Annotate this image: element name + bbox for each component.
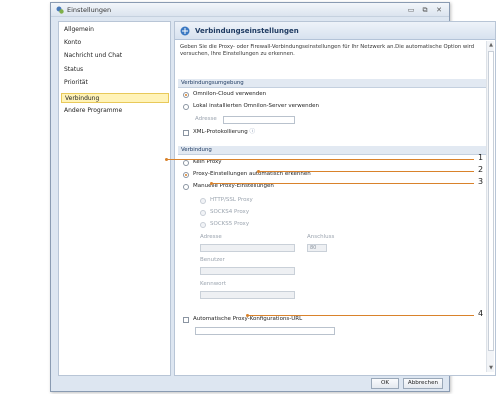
xml-logging-label: XML-Protokollierung ⓘ (193, 129, 256, 135)
sidebar-item-konto[interactable]: Konto (61, 38, 169, 48)
proxy-port-label: Anschluss (307, 234, 335, 240)
radio-no-proxy-label: Kein Proxy (193, 159, 222, 165)
scroll-down-icon[interactable]: ▼ (487, 364, 495, 372)
proxy-password-input[interactable] (200, 291, 295, 299)
proxy-password-label: Kennwort (200, 281, 226, 287)
proxy-address-input[interactable] (200, 244, 295, 252)
callout-number: 2 (478, 165, 484, 174)
cancel-button[interactable]: Abbrechen (403, 378, 443, 389)
sidebar-item-nachricht[interactable]: Nachricht und Chat (61, 51, 169, 61)
scroll-thumb[interactable] (488, 51, 494, 351)
callout-line (248, 315, 474, 316)
proxy-user-label: Benutzer (200, 257, 225, 263)
callout-number: 1 (478, 153, 484, 162)
section-verbindung: Verbindung (178, 146, 486, 155)
title-bar[interactable]: Einstellungen ▭ ⧉ ✕ (51, 3, 449, 17)
xml-logging-checkbox[interactable] (183, 130, 189, 136)
proxy-address-label: Adresse (200, 234, 222, 240)
radio-manual-proxy-label: Manuelle Proxy-Einstellungen (193, 183, 274, 189)
proxy-user-input[interactable] (200, 267, 295, 275)
info-icon[interactable]: ⓘ (250, 129, 256, 135)
sidebar-item-status[interactable]: Status (61, 65, 169, 75)
radio-auto-detect-label: Proxy-Einstellungen automatisch erkennen (193, 171, 311, 177)
sidebar-item-verbindung[interactable]: Verbindung (61, 93, 169, 103)
window-title: Einstellungen (67, 6, 112, 14)
callout-line (212, 183, 474, 184)
connection-icon (180, 26, 190, 36)
env-address-input[interactable] (223, 116, 295, 124)
section-verbindungsumgebung: Verbindungsumgebung (178, 79, 486, 88)
radio-socks5-proxy-label: SOCKS5 Proxy (210, 221, 250, 227)
content-panel: Verbindungseinstellungen Geben Sie die P… (174, 21, 496, 376)
ok-button[interactable]: OK (371, 378, 399, 389)
radio-http-proxy-label: HTTP/SSL Proxy (210, 197, 253, 203)
radio-local-server-label: Lokal installierten Omnilon-Server verwe… (193, 103, 319, 109)
proxy-port-input[interactable]: 80 (307, 244, 327, 252)
radio-socks4-proxy-label: SOCKS4 Proxy (210, 209, 250, 215)
sidebar-item-andere-programme[interactable]: Andere Programme (61, 106, 169, 116)
sidebar-item-allgemein[interactable]: Allgemein (61, 25, 169, 35)
radio-auto-detect[interactable] (183, 172, 189, 178)
auto-config-url-checkbox[interactable] (183, 317, 189, 323)
auto-config-url-input[interactable] (195, 327, 335, 335)
callout-line (167, 159, 474, 160)
minimize-icon[interactable]: ▭ (406, 6, 416, 14)
radio-local-server[interactable] (183, 104, 189, 110)
sidebar: Allgemein Konto Nachricht und Chat Statu… (58, 21, 171, 376)
radio-http-proxy[interactable] (200, 198, 206, 204)
restore-icon[interactable]: ⧉ (420, 6, 430, 14)
env-address-label: Adresse (195, 116, 217, 122)
callout-number: 3 (478, 177, 484, 186)
radio-no-proxy[interactable] (183, 160, 189, 166)
content-header: Verbindungseinstellungen (175, 22, 495, 40)
content-scrollbar[interactable]: ▲ ▼ (486, 41, 494, 372)
radio-manual-proxy[interactable] (183, 184, 189, 190)
callout-line (259, 171, 474, 172)
sidebar-item-prioritaet[interactable]: Priorität (61, 78, 169, 88)
intro-text: Geben Sie die Proxy- oder Firewall-Verbi… (180, 44, 475, 57)
app-icon (56, 6, 64, 14)
auto-config-url-label: Automatische Proxy-Konfigurations-URL (193, 316, 303, 322)
page-title: Verbindungseinstellungen (195, 27, 299, 35)
radio-socks4-proxy[interactable] (200, 210, 206, 216)
scroll-up-icon[interactable]: ▲ (487, 41, 495, 49)
radio-socks5-proxy[interactable] (200, 222, 206, 228)
radio-cloud-label: Omnilon-Cloud verwenden (193, 91, 267, 97)
settings-window: Einstellungen ▭ ⧉ ✕ Allgemein Konto Nach… (50, 2, 496, 392)
callout-number: 4 (478, 309, 484, 318)
close-icon[interactable]: ✕ (434, 6, 444, 14)
radio-cloud[interactable] (183, 92, 189, 98)
